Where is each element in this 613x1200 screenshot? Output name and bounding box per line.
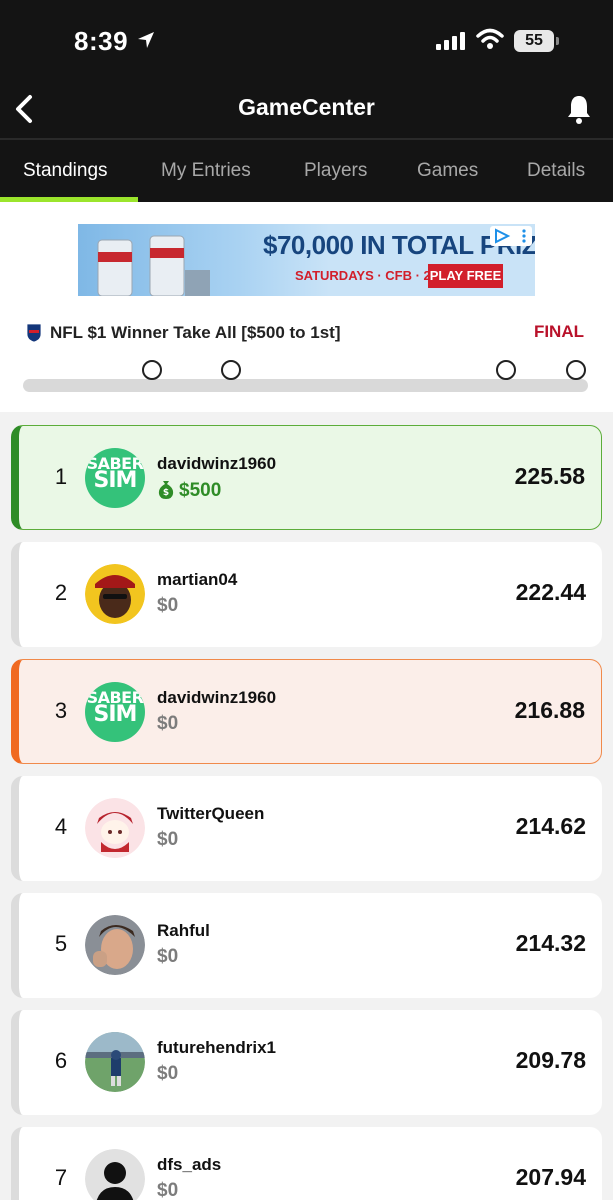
ad-play-free-button[interactable]: PLAY FREE	[428, 264, 503, 288]
sabersim-avatar: SABER SIM	[85, 448, 145, 508]
wifi-icon	[476, 28, 504, 49]
tab-bar: Standings My Entries Players Games Detai…	[0, 140, 613, 202]
status-bar: 8:39 55	[0, 0, 613, 80]
svg-text:$: $	[163, 488, 169, 498]
ad-banner[interactable]: $70,000 IN TOTAL PRIZES SATURDAYS · CFB …	[78, 224, 535, 296]
user-avatar	[85, 564, 145, 624]
user-avatar	[85, 798, 145, 858]
tab-details[interactable]: Details	[527, 160, 585, 182]
username: davidwinz1960	[157, 454, 277, 473]
user-avatar	[85, 915, 145, 975]
rank: 6	[54, 1048, 68, 1073]
standings-row[interactable]: 4 TwitterQueen $0 214.62	[11, 776, 602, 881]
rank: 4	[54, 814, 68, 839]
rank: 3	[54, 698, 68, 723]
rank: 7	[54, 1165, 68, 1190]
username: TwitterQueen	[157, 804, 265, 823]
standings-row[interactable]: 2 martian04 $0 222.44	[11, 542, 602, 647]
user-avatar	[85, 1032, 145, 1092]
contest-status: FINAL	[533, 322, 584, 341]
contest-title: NFL $1 Winner Take All [$500 to 1st]	[26, 322, 341, 343]
progress-marker[interactable]	[221, 360, 241, 380]
standings-progress-track	[23, 379, 588, 392]
prize-amount: $0	[157, 595, 179, 616]
rank: 5	[54, 931, 68, 956]
fantasy-score: 209.78	[515, 1047, 586, 1073]
standings-row[interactable]: 5 Rahful $0 214.32	[11, 893, 602, 998]
fantasy-score: 222.44	[515, 579, 586, 605]
standings-row[interactable]: 7 dfs_ads $0 207.94	[11, 1127, 602, 1200]
progress-marker[interactable]	[566, 360, 586, 380]
notification-bell-icon[interactable]	[564, 92, 594, 126]
progress-marker[interactable]	[496, 360, 516, 380]
default-avatar-icon	[85, 1149, 145, 1200]
fantasy-score: 214.62	[515, 813, 586, 839]
cellular-signal-icon	[436, 32, 465, 50]
battery-indicator: 55	[514, 30, 554, 52]
fantasy-score: 214.32	[515, 930, 586, 956]
adchoices-icon[interactable]	[490, 226, 532, 246]
battery-tip	[556, 37, 559, 45]
rank: 1	[54, 464, 68, 489]
prize-amount: $0	[157, 946, 179, 967]
contest-panel: $70,000 IN TOTAL PRIZES SATURDAYS · CFB …	[0, 202, 613, 412]
tab-standings[interactable]: Standings	[23, 160, 108, 182]
beer-cans-image	[97, 235, 210, 296]
username: martian04	[157, 570, 238, 589]
prize-amount: $ $500	[157, 479, 221, 502]
location-arrow-icon	[138, 32, 154, 48]
page-title: GameCenter	[238, 94, 375, 120]
nfl-shield-icon	[26, 323, 42, 342]
fantasy-score: 216.88	[514, 697, 585, 723]
prize-amount: $0	[157, 1180, 179, 1200]
tab-my-entries[interactable]: My Entries	[161, 160, 251, 182]
prize-amount: $0	[157, 829, 179, 850]
username: davidwinz1960	[157, 688, 277, 707]
prize-amount: $0	[157, 1063, 179, 1084]
tab-games[interactable]: Games	[417, 160, 478, 182]
standings-row[interactable]: 6 futurehendrix1 $0 209.78	[11, 1010, 602, 1115]
ad-subtext: SATURDAYS · CFB · 21+	[295, 268, 446, 283]
username: futurehendrix1	[157, 1038, 277, 1057]
fantasy-score: 225.58	[514, 463, 585, 489]
tab-players[interactable]: Players	[304, 160, 367, 182]
sabersim-avatar: SABER SIM	[85, 682, 145, 742]
progress-marker[interactable]	[142, 360, 162, 380]
username: dfs_ads	[157, 1155, 222, 1174]
prize-amount: $0	[157, 713, 179, 734]
fantasy-score: 207.94	[515, 1164, 586, 1190]
app-header: GameCenter	[0, 80, 613, 138]
rank: 2	[54, 580, 68, 605]
contest-name: NFL $1 Winner Take All [$500 to 1st]	[50, 323, 341, 342]
standings-row[interactable]: 1 SABER SIM davidwinz1960 $ $500 225.58	[11, 425, 602, 530]
money-bag-icon: $	[158, 481, 174, 499]
standings-row[interactable]: 3 SABER SIM davidwinz1960 $0 216.88	[11, 659, 602, 764]
username: Rahful	[157, 921, 210, 940]
status-time: 8:39	[74, 26, 129, 56]
